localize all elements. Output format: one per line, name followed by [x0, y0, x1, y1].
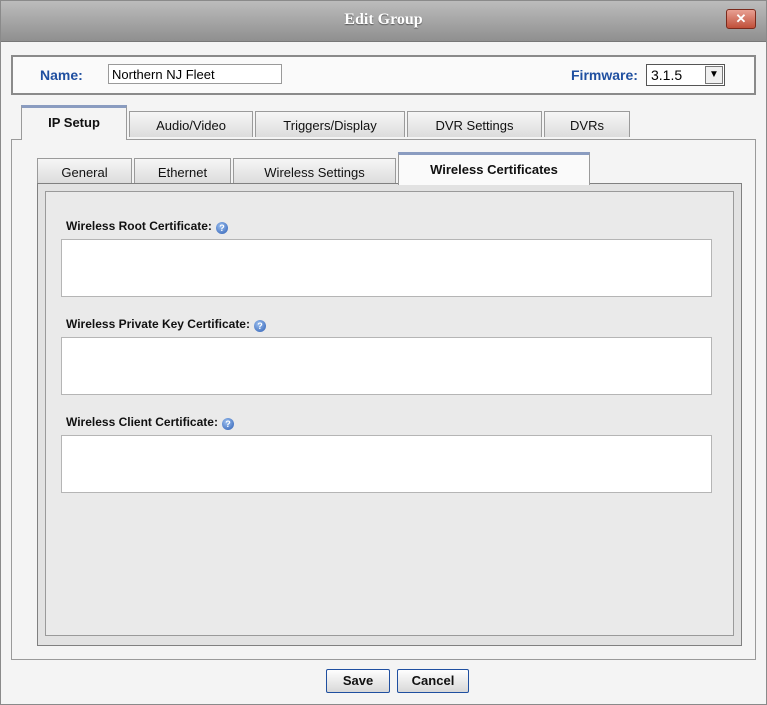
close-icon[interactable]: ✕ — [726, 9, 756, 29]
cancel-button[interactable]: Cancel — [397, 669, 469, 693]
title-bar[interactable]: Edit Group ✕ — [1, 1, 766, 42]
tab-dvrs[interactable]: DVRs — [544, 111, 630, 137]
name-firmware-bar: Name: Northern NJ Fleet Firmware: 3.1.5 … — [11, 55, 756, 95]
client-certificate-textarea[interactable] — [61, 435, 712, 493]
help-icon[interactable]: ? — [253, 320, 266, 332]
firmware-value: 3.1.5 — [651, 67, 683, 83]
private-key-certificate-textarea[interactable] — [61, 337, 712, 395]
help-icon[interactable]: ? — [221, 418, 234, 430]
edit-group-dialog: Edit Group ✕ Name: Northern NJ Fleet Fir… — [0, 0, 767, 705]
help-icon[interactable]: ? — [215, 222, 228, 234]
subtab-ethernet[interactable]: Ethernet — [134, 158, 231, 183]
subtab-wireless-certificates[interactable]: Wireless Certificates — [398, 152, 590, 185]
tab-dvr-settings[interactable]: DVR Settings — [407, 111, 542, 137]
tab-ip-setup[interactable]: IP Setup — [21, 105, 127, 140]
private-key-certificate-label: Wireless Private Key Certificate:? — [66, 317, 266, 332]
tab-audio-video[interactable]: Audio/Video — [129, 111, 253, 137]
firmware-select[interactable]: 3.1.5 ▼ — [646, 64, 725, 86]
name-label: Name: — [40, 67, 83, 83]
client-certificate-label: Wireless Client Certificate:? — [66, 415, 234, 430]
root-certificate-textarea[interactable] — [61, 239, 712, 297]
chevron-down-icon[interactable]: ▼ — [705, 66, 723, 84]
name-input[interactable]: Northern NJ Fleet — [108, 64, 282, 84]
save-button[interactable]: Save — [326, 669, 390, 693]
tab-triggers-display[interactable]: Triggers/Display — [255, 111, 405, 137]
subtab-wireless-settings[interactable]: Wireless Settings — [233, 158, 396, 183]
subtab-general[interactable]: General — [37, 158, 132, 183]
root-certificate-label: Wireless Root Certificate:? — [66, 219, 228, 234]
firmware-label: Firmware: — [571, 67, 638, 83]
dialog-title: Edit Group — [344, 11, 423, 28]
